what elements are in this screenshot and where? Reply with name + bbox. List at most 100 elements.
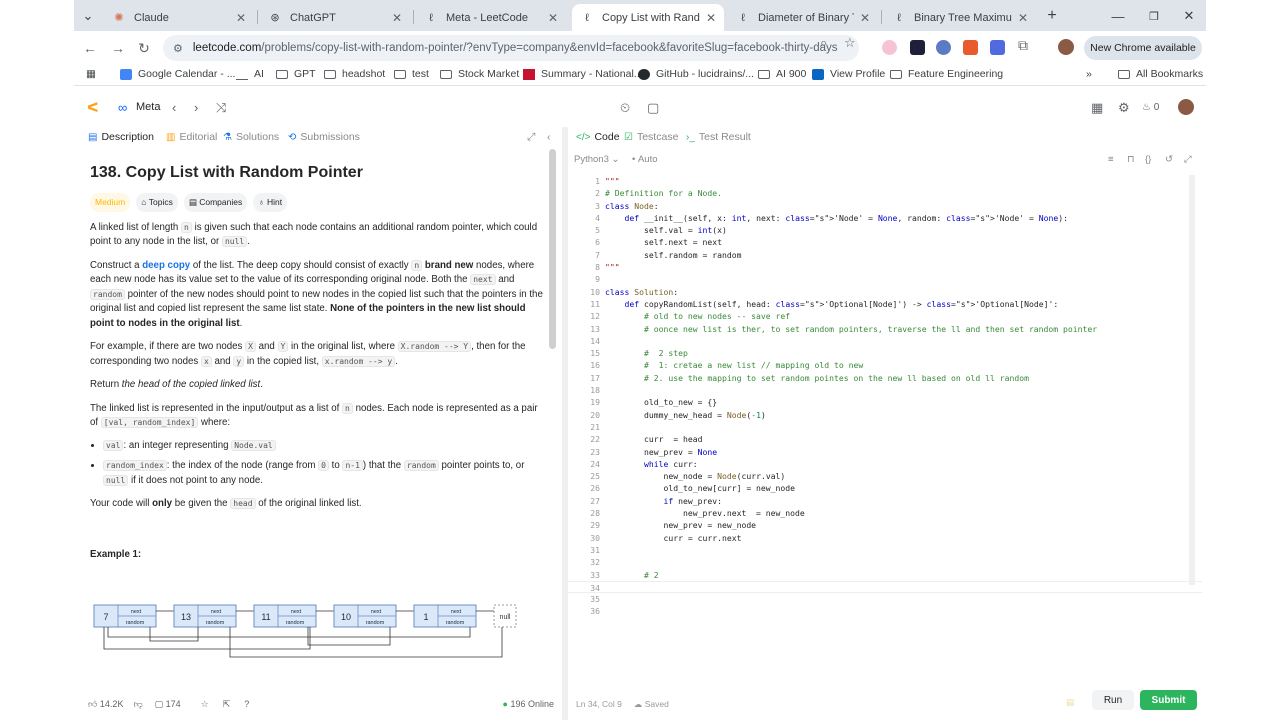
bookmark-item[interactable]: View Profile [812, 68, 885, 80]
code-line[interactable]: 32 [568, 556, 1202, 568]
code-line[interactable]: 9 [568, 273, 1202, 285]
help-icon[interactable]: ? [244, 699, 249, 709]
close-icon[interactable]: ✕ [706, 11, 716, 25]
next-problem-icon[interactable]: › [194, 100, 198, 115]
close-window-button[interactable]: ✕ [1179, 6, 1199, 26]
reset-icon[interactable]: ↺ [1165, 154, 1173, 165]
back-button[interactable]: ← [80, 38, 100, 58]
description-scrollbar[interactable] [549, 149, 556, 349]
browser-tab-meta-leetcode[interactable]: ℓ Meta - LeetCode ✕ [416, 4, 566, 31]
bookmark-item[interactable]: Summary - National... [523, 68, 643, 80]
code-line[interactable]: 17 # 2. use the mapping to set random po… [568, 372, 1202, 384]
fullscreen-icon[interactable]: ⤢ [1184, 154, 1192, 165]
code-line[interactable]: 21 [568, 421, 1202, 433]
browser-tab-chatgpt[interactable]: ⊛ ChatGPT ✕ [260, 4, 410, 31]
bookmark-folder[interactable]: AI 900 [758, 68, 806, 80]
language-select[interactable]: Python3 ⌄ [574, 154, 619, 165]
tab-description[interactable]: ▤ Description [88, 131, 154, 143]
tab-solutions[interactable]: ⚗ Solutions [223, 131, 279, 143]
more-bookmarks-icon[interactable]: » [1086, 68, 1092, 80]
like-button[interactable]: 👍︎ 14.2K [88, 699, 123, 710]
hint-chip[interactable]: ♁ Hint [253, 193, 288, 212]
code-editor[interactable]: 1 """ 2 # Definition for a Node. 3 class Node… [568, 175, 1202, 618]
code-line[interactable]: 31 [568, 544, 1202, 556]
bookmark-icon[interactable]: ⊓ [1127, 154, 1134, 165]
close-icon[interactable]: ✕ [1018, 11, 1028, 25]
code-line[interactable]: 11 def copyRandomList(self, head: class=… [568, 298, 1202, 310]
auto-mode[interactable]: • Auto [632, 154, 658, 165]
code-line[interactable]: 36 [568, 605, 1202, 617]
layout-grid-icon[interactable]: ▦ [1091, 100, 1103, 116]
extensions-puzzle-icon[interactable]: ⧉ [1018, 37, 1028, 54]
forward-button[interactable]: → [108, 38, 128, 58]
browser-tab-diameter[interactable]: ℓ Diameter of Binary Tree - ✕ [728, 4, 878, 31]
code-line[interactable]: 3 class Node: [568, 200, 1202, 212]
code-line[interactable]: 24 while curr: [568, 458, 1202, 470]
browser-tab-claude[interactable]: ✺ Claude ✕ [104, 4, 254, 31]
notes-icon[interactable]: ▢ [647, 100, 659, 116]
topics-chip[interactable]: ⌂ Topics [136, 193, 178, 212]
tab-submissions[interactable]: ⟲ Submissions [288, 131, 360, 143]
braces-icon[interactable]: {} [1145, 154, 1151, 165]
companies-chip[interactable]: ▤ Companies [183, 193, 248, 212]
tab-test-result[interactable]: ›_ Test Result [686, 131, 751, 143]
extension-icon[interactable] [936, 40, 951, 55]
extension-icon[interactable] [910, 40, 925, 55]
code-line[interactable]: 8 """ [568, 261, 1202, 273]
share-icon[interactable]: ⇱ [223, 699, 231, 710]
tab-editorial[interactable]: ▥ Editorial [166, 131, 217, 143]
extension-icon[interactable] [882, 40, 897, 55]
code-line[interactable]: 25 new_node = Node(curr.val) [568, 470, 1202, 482]
bookmark-folder[interactable]: Stock Market [440, 68, 519, 80]
browser-tab-max-path[interactable]: ℓ Binary Tree Maximum Path ✕ [884, 4, 1036, 31]
bookmark-folder[interactable]: test [394, 68, 429, 80]
shuffle-icon[interactable]: ⤨ [216, 100, 226, 116]
tab-search-icon[interactable]: ⌄ [78, 6, 98, 26]
code-line[interactable]: 18 [568, 384, 1202, 396]
code-line[interactable]: 20 dummy_new_head = Node(-1) [568, 409, 1202, 421]
bookmark-folder[interactable]: headshot [324, 68, 385, 80]
timer-icon[interactable]: ⏲ [620, 100, 630, 116]
code-line[interactable]: 22 curr = head [568, 433, 1202, 445]
collapse-panel-icon[interactable]: ‹ [547, 131, 551, 143]
code-line[interactable]: 23 new_prev = None [568, 446, 1202, 458]
code-line[interactable]: 34 [568, 580, 1202, 594]
bookmark-item[interactable]: AI [236, 68, 264, 80]
format-icon[interactable]: ≡ [1108, 154, 1114, 165]
editor-scrollbar[interactable] [1189, 175, 1195, 585]
new-chrome-button[interactable]: New Chrome available [1084, 36, 1202, 60]
code-line[interactable]: 4 def __init__(self, x: int, next: class… [568, 212, 1202, 224]
code-line[interactable]: 12 # old to new nodes -- save ref [568, 310, 1202, 322]
search-icon[interactable]: ⌕ [820, 35, 827, 51]
note-icon[interactable]: ▤ [1066, 697, 1074, 708]
code-line[interactable]: 5 self.val = int(x) [568, 224, 1202, 236]
close-icon[interactable]: ✕ [860, 11, 870, 25]
close-icon[interactable]: ✕ [236, 11, 246, 25]
code-line[interactable]: 33 # 2 [568, 569, 1202, 581]
code-line[interactable]: 6 self.next = next [568, 236, 1202, 248]
code-line[interactable]: 28 new_prev.next = new_node [568, 507, 1202, 519]
deep-copy-link[interactable]: deep copy [142, 260, 190, 271]
code-line[interactable]: 1 """ [568, 175, 1202, 187]
tab-code[interactable]: </> Code [576, 131, 620, 143]
browser-tab-copy-list[interactable]: ℓ Copy List with Random Po ✕ [572, 4, 724, 31]
code-line[interactable]: 30 curr = curr.next [568, 532, 1202, 544]
comments-button[interactable]: ▢ 174 [155, 699, 181, 710]
submit-button[interactable]: Submit [1140, 690, 1197, 710]
expand-icon[interactable]: ⤢ [527, 131, 535, 144]
bookmark-folder[interactable]: GPT [276, 68, 316, 80]
tab-testcase[interactable]: ☑ Testcase [624, 131, 678, 143]
code-line[interactable]: 26 old_to_new[curr] = new_node [568, 482, 1202, 494]
bookmark-star-icon[interactable]: ☆ [844, 35, 856, 51]
code-line[interactable]: 7 self.random = random [568, 249, 1202, 261]
apps-grid-icon[interactable]: ▦ [86, 68, 96, 80]
run-button[interactable]: Run [1092, 690, 1134, 710]
code-line[interactable]: 35 [568, 593, 1202, 605]
streak-counter[interactable]: ♨ 0 [1142, 102, 1159, 113]
code-line[interactable]: 16 # 1: cretae a new list // mapping old… [568, 359, 1202, 371]
minimize-button[interactable]: — [1108, 6, 1128, 26]
star-icon[interactable]: ☆ [201, 699, 209, 710]
reload-button[interactable]: ↻ [134, 38, 154, 58]
profile-avatar[interactable] [1058, 39, 1074, 55]
restore-button[interactable]: ❐ [1144, 6, 1164, 26]
